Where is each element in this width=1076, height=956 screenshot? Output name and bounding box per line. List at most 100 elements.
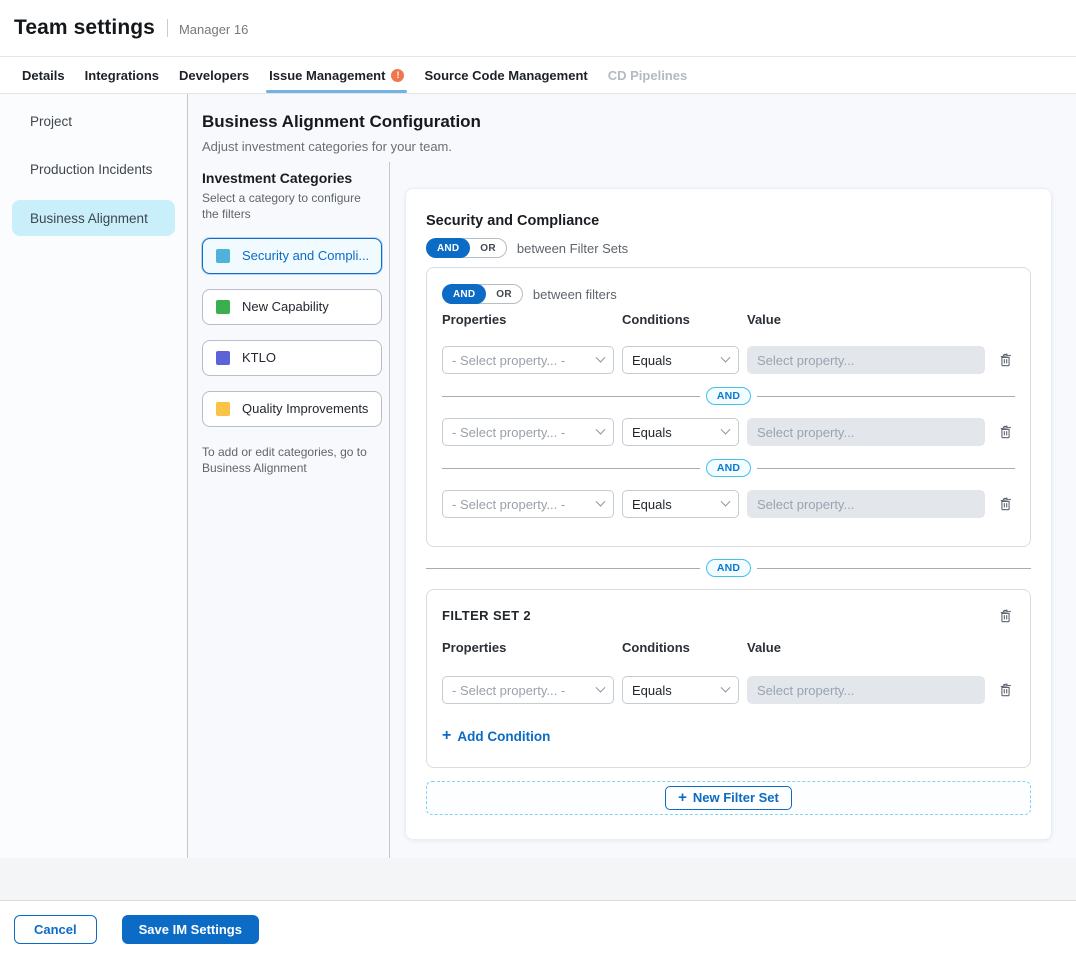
- filter-set-1-card: AND OR between filters Properties Condit…: [426, 267, 1031, 547]
- active-tab-underline: [266, 90, 407, 93]
- chevron-down-icon: [721, 682, 731, 692]
- or-option[interactable]: OR: [470, 243, 506, 254]
- chevron-down-icon: [596, 682, 606, 692]
- cancel-button[interactable]: Cancel: [14, 915, 97, 944]
- filter-column-headers: Properties Conditions Value: [442, 312, 1015, 327]
- category-button-security-and-compliance[interactable]: Security and Compli...: [202, 238, 382, 274]
- add-condition-button[interactable]: + Add Condition: [442, 728, 550, 744]
- properties-column-header: Properties: [442, 640, 614, 655]
- value-column-header: Value: [747, 640, 985, 655]
- investment-categories-panel: Investment Categories Select a category …: [188, 162, 390, 858]
- save-im-settings-button[interactable]: Save IM Settings: [122, 915, 259, 944]
- team-name: Manager 16: [179, 20, 248, 37]
- and-option[interactable]: AND: [442, 284, 486, 304]
- delete-filter-row-button[interactable]: [996, 680, 1015, 700]
- tab-cd-pipelines: CD Pipelines: [608, 57, 687, 93]
- categories-subtitle: Select a category to configure the filte…: [202, 191, 377, 223]
- filter-set-2-title: FILTER SET 2: [442, 606, 531, 623]
- chevron-down-icon: [721, 496, 731, 506]
- condition-select[interactable]: Equals: [622, 676, 739, 704]
- categories-footnote: To add or edit categories, go to Busines…: [202, 444, 378, 476]
- plus-icon: +: [678, 790, 687, 805]
- chevron-down-icon: [596, 352, 606, 362]
- settings-sidebar: Project Production Incidents Business Al…: [0, 94, 188, 858]
- and-connector-pill: AND: [706, 387, 751, 405]
- alert-badge-icon: !: [391, 69, 404, 82]
- value-input[interactable]: [747, 418, 985, 446]
- and-or-toggle-filters[interactable]: AND OR: [442, 284, 523, 304]
- category-button-ktlo[interactable]: KTLO: [202, 340, 382, 376]
- property-select[interactable]: - Select property... -: [442, 346, 614, 374]
- config-panel: Security and Compliance AND OR between F…: [405, 188, 1052, 840]
- sidebar-item-business-alignment[interactable]: Business Alignment: [12, 200, 175, 236]
- page-header: Team settings Manager 16: [0, 0, 1076, 57]
- and-connector-pill: AND: [706, 559, 751, 577]
- tab-integrations[interactable]: Integrations: [85, 57, 159, 93]
- value-input[interactable]: [747, 346, 985, 374]
- condition-select[interactable]: Equals: [622, 418, 739, 446]
- tab-bar: Details Integrations Developers Issue Ma…: [0, 57, 1076, 94]
- and-connector: AND: [442, 387, 1015, 405]
- chevron-down-icon: [596, 496, 606, 506]
- or-option[interactable]: OR: [486, 289, 522, 300]
- filter-column-headers: Properties Conditions Value: [442, 640, 1015, 655]
- delete-filter-row-button[interactable]: [996, 494, 1015, 514]
- between-filters-label: between filters: [533, 287, 617, 302]
- and-connector-between-sets: AND: [426, 559, 1031, 577]
- category-button-quality-improvements[interactable]: Quality Improvements: [202, 391, 382, 427]
- tab-details[interactable]: Details: [22, 57, 65, 93]
- footer-spacer: [0, 858, 1076, 900]
- chevron-down-icon: [721, 424, 731, 434]
- delete-filter-row-button[interactable]: [996, 350, 1015, 370]
- and-connector: AND: [442, 459, 1015, 477]
- category-color-swatch: [216, 249, 230, 263]
- and-or-toggle-filter-sets[interactable]: AND OR: [426, 238, 507, 258]
- chevron-down-icon: [596, 424, 606, 434]
- tab-source-code-management[interactable]: Source Code Management: [424, 57, 587, 93]
- condition-select[interactable]: Equals: [622, 346, 739, 374]
- property-select[interactable]: - Select property... -: [442, 490, 614, 518]
- value-input[interactable]: [747, 490, 985, 518]
- section-subtitle: Adjust investment categories for your te…: [202, 139, 1076, 154]
- properties-column-header: Properties: [442, 312, 614, 327]
- property-select[interactable]: - Select property... -: [442, 676, 614, 704]
- between-filter-sets-label: between Filter Sets: [517, 241, 628, 256]
- trash-icon: [998, 424, 1013, 440]
- category-color-swatch: [216, 402, 230, 416]
- trash-icon: [998, 682, 1013, 698]
- filter-row: - Select property... - Equals: [442, 676, 1015, 704]
- new-filter-set-button[interactable]: + New Filter Set: [665, 786, 792, 810]
- and-connector-pill: AND: [706, 459, 751, 477]
- filter-row: - Select property... - Equals: [442, 346, 1015, 374]
- team-settings-page: Team settings Manager 16 Details Integra…: [0, 0, 1076, 956]
- body: Project Production Incidents Business Al…: [0, 94, 1076, 858]
- delete-filter-row-button[interactable]: [996, 422, 1015, 442]
- category-color-swatch: [216, 351, 230, 365]
- delete-filter-set-button[interactable]: [996, 606, 1015, 626]
- main-area: Business Alignment Configuration Adjust …: [188, 94, 1076, 858]
- section-title: Business Alignment Configuration: [202, 112, 1076, 132]
- filter-row: - Select property... - Equals: [442, 418, 1015, 446]
- category-button-new-capability[interactable]: New Capability: [202, 289, 382, 325]
- sidebar-item-production-incidents[interactable]: Production Incidents: [12, 152, 175, 186]
- and-option[interactable]: AND: [426, 238, 470, 258]
- config-panel-title: Security and Compliance: [426, 213, 1031, 229]
- category-color-swatch: [216, 300, 230, 314]
- section-header: Business Alignment Configuration Adjust …: [188, 94, 1076, 154]
- categories-title: Investment Categories: [202, 170, 377, 186]
- page-title: Team settings: [14, 16, 155, 40]
- config-area: Security and Compliance AND OR between F…: [390, 162, 1076, 858]
- tab-developers[interactable]: Developers: [179, 57, 249, 93]
- filter-set-2-card: FILTER SET 2 Properties Conditions Value: [426, 589, 1031, 768]
- trash-icon: [998, 352, 1013, 368]
- new-filter-set-zone: + New Filter Set: [426, 781, 1031, 815]
- trash-icon: [998, 608, 1013, 624]
- chevron-down-icon: [721, 352, 731, 362]
- condition-select[interactable]: Equals: [622, 490, 739, 518]
- action-footer: Cancel Save IM Settings: [0, 900, 1076, 956]
- sidebar-item-project[interactable]: Project: [12, 104, 175, 138]
- property-select[interactable]: - Select property... -: [442, 418, 614, 446]
- plus-icon: +: [442, 728, 451, 744]
- tab-issue-management[interactable]: Issue Management !: [269, 57, 404, 93]
- value-input[interactable]: [747, 676, 985, 704]
